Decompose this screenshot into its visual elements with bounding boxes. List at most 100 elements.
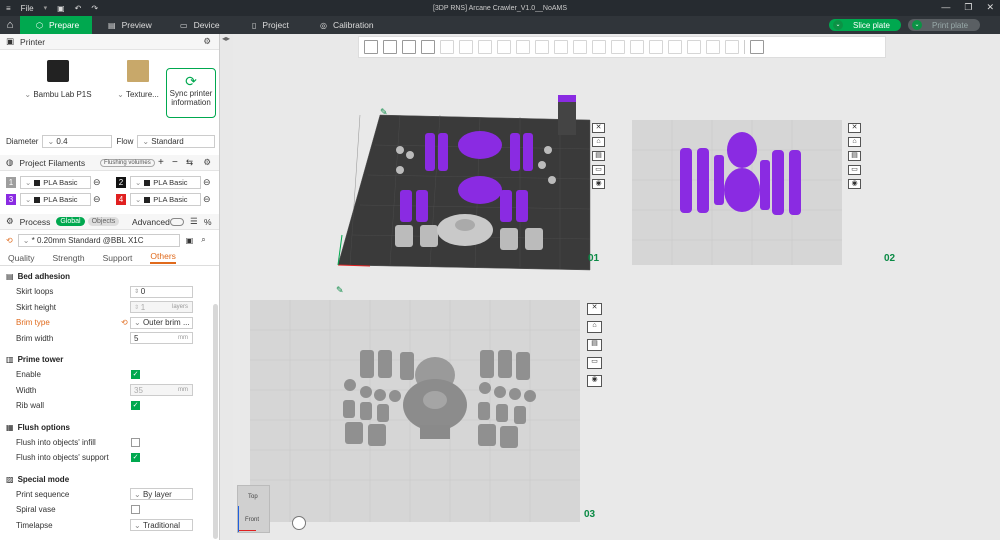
collapse-sidebar-icon[interactable]: ◂▸ — [220, 34, 232, 46]
reset-icon[interactable]: ⟲ — [6, 236, 13, 245]
global-toggle[interactable]: Global — [56, 217, 85, 226]
timelapse-select[interactable]: ⌄ Traditional — [130, 519, 193, 532]
settings-plate-icon[interactable]: ◉ — [848, 179, 861, 189]
delete-plate-icon[interactable]: ✕ — [592, 123, 605, 133]
chevron-down-icon[interactable]: ⌄ — [833, 20, 843, 30]
tab-prepare[interactable]: ⬡ Prepare — [20, 16, 92, 34]
filament-select-1[interactable]: ⌄ PLA Basic — [20, 176, 91, 189]
layers-icon[interactable] — [497, 40, 511, 54]
color-paint-icon[interactable] — [725, 40, 739, 54]
view-options-icon[interactable] — [750, 40, 764, 54]
close-button[interactable]: ✕ — [986, 2, 994, 13]
tab-device[interactable]: ▭ Device — [164, 16, 236, 34]
cut-icon[interactable] — [592, 40, 606, 54]
flushing-volumes-button[interactable]: Flushing volumes — [100, 158, 155, 167]
save-icon[interactable]: ▣ — [57, 4, 65, 13]
tab-strength[interactable]: Strength — [52, 253, 84, 263]
rib-wall-checkbox[interactable]: ✓ — [131, 401, 140, 411]
chevron-down-icon[interactable]: ⌄ — [912, 20, 922, 30]
list-icon[interactable]: ☰ — [190, 216, 198, 227]
flush-infill-checkbox[interactable] — [131, 437, 140, 447]
diameter-select[interactable]: ⌄ 0.4 — [42, 134, 113, 148]
delete-plate-icon[interactable]: ✕ — [848, 123, 861, 133]
assembly-icon[interactable] — [706, 40, 720, 54]
arrange-plate-icon[interactable]: ⌂ — [848, 137, 861, 147]
tab-project[interactable]: ▯ Project — [236, 16, 304, 34]
text-icon[interactable] — [668, 40, 682, 54]
edit-plate-icon[interactable]: ✎ — [380, 107, 388, 118]
remove-filament-icon[interactable]: ⊖ — [203, 194, 211, 205]
support-paint-icon[interactable] — [630, 40, 644, 54]
arrange-plate-icon[interactable]: ⌂ — [587, 321, 602, 333]
paste-icon[interactable] — [459, 40, 473, 54]
scale-icon[interactable] — [554, 40, 568, 54]
spiral-vase-checkbox[interactable] — [131, 505, 140, 515]
seam-paint-icon[interactable] — [649, 40, 663, 54]
tab-calibration[interactable]: ◎ Calibration — [304, 16, 386, 34]
settings-plate-icon[interactable]: ◉ — [592, 179, 605, 189]
settings-plate-icon[interactable]: ◉ — [587, 375, 602, 387]
redo-icon[interactable]: ↷ — [91, 4, 98, 13]
flush-support-checkbox[interactable]: ✓ — [131, 453, 140, 463]
percent-icon[interactable]: % — [204, 217, 212, 227]
reset-icon[interactable]: ⟲ — [121, 318, 128, 327]
filament-select-2[interactable]: ⌄ PLA Basic — [130, 176, 201, 189]
sync-printer-button[interactable]: ⟳ Sync printer information — [166, 68, 216, 118]
minimize-button[interactable]: — — [941, 2, 950, 13]
remove-filament-icon[interactable]: ⊖ — [203, 177, 211, 188]
search-icon[interactable]: ⌕ — [201, 235, 205, 245]
maximize-button[interactable]: ❐ — [964, 2, 972, 13]
plate-type-selector[interactable]: ⌄ Texture... — [112, 54, 164, 99]
add-icon[interactable]: + — [158, 157, 164, 168]
flow-select[interactable]: ⌄ Standard — [137, 134, 216, 148]
file-menu[interactable]: File — [21, 4, 34, 13]
advanced-switch[interactable] — [170, 218, 184, 226]
enable-checkbox[interactable]: ✓ — [131, 370, 140, 380]
orient-plate-icon[interactable]: ▤ — [592, 151, 605, 161]
tab-preview[interactable]: ▤ Preview — [92, 16, 164, 34]
sidebar-scrollbar[interactable] — [213, 304, 218, 539]
slice-plate-button[interactable]: ⌄ Slice plate — [829, 19, 901, 31]
add-plate-icon[interactable] — [383, 40, 397, 54]
delete-plate-icon[interactable]: ✕ — [587, 303, 602, 315]
chevron-down-icon[interactable]: ▾ — [44, 4, 48, 12]
skirt-height-input[interactable]: ⇕ 1 layers — [130, 301, 193, 314]
add-object-icon[interactable] — [364, 40, 378, 54]
measure-icon[interactable] — [687, 40, 701, 54]
plate-01[interactable] — [330, 95, 620, 275]
brim-type-select[interactable]: ⌄ Outer brim ... — [130, 316, 193, 329]
orient-icon[interactable] — [402, 40, 416, 54]
filament-select-3[interactable]: ⌄ PLA Basic — [20, 193, 91, 206]
menu-icon[interactable]: ≡ — [6, 4, 11, 13]
arrange-icon[interactable] — [421, 40, 435, 54]
save-icon[interactable]: ▣ — [186, 236, 194, 245]
zoom-fit-icon[interactable] — [292, 516, 306, 530]
filament-select-4[interactable]: ⌄ PLA Basic — [130, 193, 201, 206]
print-sequence-select[interactable]: ⌄ By layer — [130, 488, 193, 501]
objects-toggle[interactable]: Objects — [87, 217, 120, 226]
copy-icon[interactable] — [440, 40, 454, 54]
lock-plate-icon[interactable]: ▭ — [592, 165, 605, 175]
brim-width-input[interactable]: 5 mm — [130, 332, 193, 345]
orient-plate-icon[interactable]: ▤ — [587, 339, 602, 351]
sync-filament-icon[interactable]: ⇆ — [186, 157, 193, 168]
width-input[interactable]: 35 mm — [130, 384, 193, 397]
print-plate-button[interactable]: ⌄ Print plate — [908, 19, 980, 31]
tab-quality[interactable]: Quality — [8, 253, 34, 263]
remove-filament-icon[interactable]: ⊖ — [93, 194, 101, 205]
rotate-icon[interactable] — [535, 40, 549, 54]
remove-filament-icon[interactable]: ⊖ — [93, 177, 101, 188]
tab-support[interactable]: Support — [103, 253, 133, 263]
arrange-plate-icon[interactable]: ⌂ — [592, 137, 605, 147]
undo-icon[interactable]: ↶ — [75, 4, 82, 13]
gear-icon[interactable]: ⚙ — [203, 36, 211, 47]
orient-plate-icon[interactable]: ▤ — [848, 151, 861, 161]
home-icon[interactable]: ⌂ — [0, 16, 20, 34]
lock-plate-icon[interactable]: ▭ — [587, 357, 602, 369]
remove-icon[interactable]: − — [172, 157, 178, 168]
navigation-cube[interactable]: Top Front — [237, 485, 270, 533]
skirt-loops-input[interactable]: ⇕ 0 — [130, 285, 193, 298]
printer-selector[interactable]: ⌄ Bambu Lab P1S — [18, 54, 98, 99]
lay-on-face-icon[interactable] — [573, 40, 587, 54]
split-icon[interactable] — [478, 40, 492, 54]
